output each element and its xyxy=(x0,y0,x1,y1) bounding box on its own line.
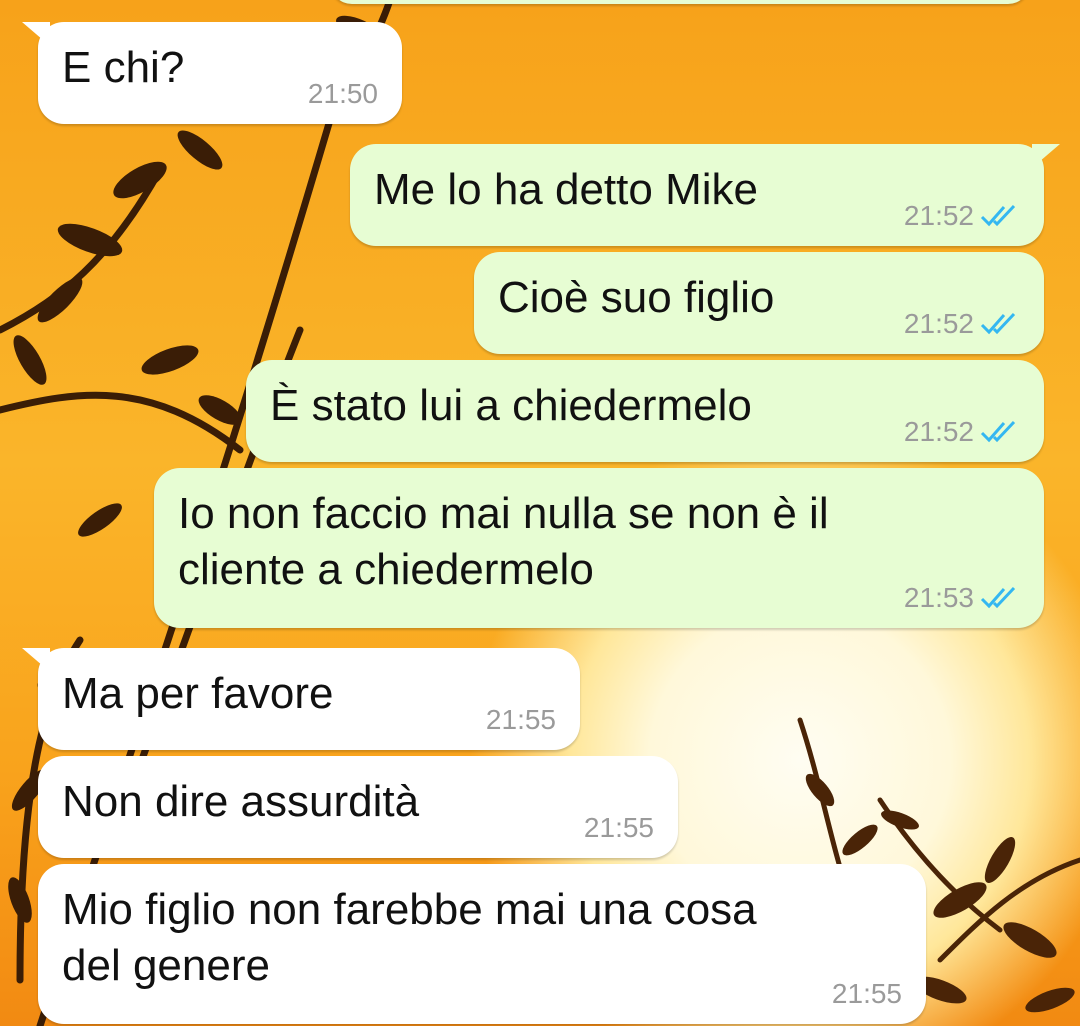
message-meta: 21:52 xyxy=(904,200,1020,232)
double-check-read-icon xyxy=(980,312,1016,335)
double-check-read-icon xyxy=(980,420,1016,443)
double-check-read-icon xyxy=(980,204,1016,227)
message-bubble-incoming[interactable]: E chi? 21:50 xyxy=(22,22,402,124)
message-meta: 21:55 xyxy=(832,978,902,1010)
bubble-tail xyxy=(22,648,50,672)
message-bubble-outgoing[interactable]: Cioè suo figlio 21:52 xyxy=(474,252,1044,354)
message-text: Me lo ha detto Mike xyxy=(374,165,758,214)
message-bubble-outgoing[interactable]: Me lo ha detto Mike 21:52 xyxy=(350,144,1060,246)
message-meta: 21:50 xyxy=(308,78,378,110)
message-text: Mio figlio non farebbe mai una cosa del … xyxy=(62,885,757,990)
message-text: Io non faccio mai nulla se non è il clie… xyxy=(178,489,829,594)
clipped-previous-message xyxy=(330,0,1030,4)
message-meta: 21:55 xyxy=(584,812,654,844)
bubble-tail xyxy=(1032,144,1060,168)
message-text: Non dire assurdità xyxy=(62,777,420,826)
message-meta: 21:53 xyxy=(904,582,1020,614)
message-bubble-incoming[interactable]: Mio figlio non farebbe mai una cosa del … xyxy=(38,864,926,1024)
message-meta: 21:55 xyxy=(486,704,556,736)
message-text: Cioè suo figlio xyxy=(498,273,775,322)
message-text: È stato lui a chiedermelo xyxy=(270,381,752,430)
message-bubble-incoming[interactable]: Non dire assurdità 21:55 xyxy=(38,756,678,858)
message-time: 21:52 xyxy=(903,416,974,447)
message-bubble-outgoing[interactable]: Io non faccio mai nulla se non è il clie… xyxy=(154,468,1044,628)
message-time: 21:53 xyxy=(903,582,974,613)
message-text: E chi? xyxy=(62,43,185,92)
message-meta: 21:52 xyxy=(904,416,1020,448)
message-time: 21:55 xyxy=(583,812,654,843)
message-time: 21:52 xyxy=(903,200,974,231)
message-time: 21:50 xyxy=(307,78,378,109)
message-meta: 21:52 xyxy=(904,308,1020,340)
double-check-read-icon xyxy=(980,586,1016,609)
bubble-tail xyxy=(22,22,50,46)
message-time: 21:55 xyxy=(485,704,556,735)
message-text: Ma per favore xyxy=(62,669,334,718)
message-bubble-incoming[interactable]: Ma per favore 21:55 xyxy=(22,648,580,750)
message-time: 21:55 xyxy=(831,978,902,1009)
message-time: 21:52 xyxy=(903,308,974,339)
message-bubble-outgoing[interactable]: È stato lui a chiedermelo 21:52 xyxy=(246,360,1044,462)
